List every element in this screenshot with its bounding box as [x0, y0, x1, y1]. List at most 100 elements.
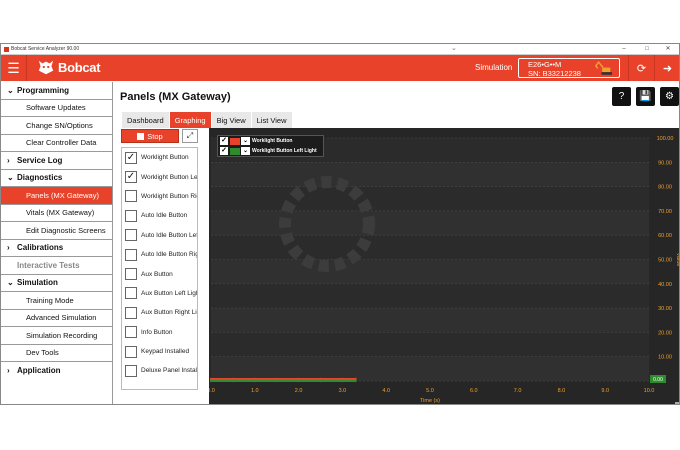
- refresh-icon[interactable]: ⟳: [628, 55, 654, 81]
- legend-item[interactable]: ✓ ⌄ Worklight Button: [218, 136, 323, 146]
- legend-checkbox[interactable]: ✓: [220, 137, 228, 145]
- signal-checkbox[interactable]: [125, 306, 137, 319]
- grid-band: [211, 308, 649, 333]
- stop-label: Stop: [147, 131, 163, 141]
- tab-big-view[interactable]: Big View: [211, 112, 252, 128]
- x-tick-label: 3.0: [339, 388, 347, 394]
- signal-item[interactable]: Keypad Installed: [122, 342, 197, 361]
- stop-button[interactable]: Stop: [121, 129, 179, 143]
- expand-icon[interactable]: ⤢: [182, 129, 198, 143]
- signal-item[interactable]: Deluxe Panel Installed: [122, 361, 197, 380]
- sidebar-item-vitals[interactable]: Vitals (MX Gateway): [1, 205, 112, 222]
- signal-checkbox[interactable]: ✓: [125, 151, 137, 164]
- signal-label: Aux Button: [141, 270, 173, 278]
- signal-item[interactable]: Auto Idle Button Right Light: [122, 245, 197, 264]
- signal-label: Aux Button Right Light: [141, 309, 197, 317]
- signal-checkbox[interactable]: [125, 364, 137, 377]
- signal-checkbox[interactable]: [125, 209, 137, 222]
- settings-icon[interactable]: ⚙: [660, 87, 679, 106]
- signal-item[interactable]: Aux Button: [122, 264, 197, 283]
- signal-item[interactable]: ✓ Worklight Button: [122, 148, 197, 167]
- chevron-down-icon[interactable]: ⌄: [451, 44, 457, 53]
- x-axis-label: Time (s): [420, 398, 440, 404]
- sidebar-item-dev-tools[interactable]: Dev Tools: [1, 345, 112, 362]
- legend-label: Worklight Button: [252, 138, 293, 144]
- chevron-down-icon: ⌄: [7, 173, 14, 183]
- sidebar-section-service-log[interactable]: › Service Log: [1, 152, 112, 170]
- simulation-label: Simulation: [475, 63, 513, 72]
- signal-checkbox[interactable]: [125, 268, 137, 281]
- signal-label: Auto Idle Button Left Light: [141, 231, 197, 239]
- scrollbar[interactable]: [675, 402, 679, 404]
- legend-swatch[interactable]: [230, 137, 240, 145]
- sidebar-item-clear-controller-data[interactable]: Clear Controller Data: [1, 135, 112, 152]
- signal-item[interactable]: Auto Idle Button: [122, 206, 197, 225]
- close-button[interactable]: ✕: [657, 44, 679, 55]
- chevron-down-icon[interactable]: ⌄: [241, 147, 250, 155]
- y-tick-label: 30.00: [658, 306, 672, 312]
- y-tick-label: 70.00: [658, 209, 672, 215]
- x-tick-label: 8.0: [558, 388, 566, 394]
- tab-graphing[interactable]: Graphing: [169, 112, 212, 128]
- y-tick-label: 80.00: [658, 185, 672, 191]
- signal-checkbox[interactable]: [125, 345, 137, 358]
- logout-icon[interactable]: ➜: [654, 55, 679, 81]
- app-icon: [4, 46, 9, 52]
- title-bar: Bobcat Service Analyzer 90.00 ⌄ – □ ✕: [1, 44, 679, 55]
- legend-item[interactable]: ✓ ⌄ Worklight Button Left Light: [218, 146, 323, 156]
- signal-panel: Stop ⤢ ✓ Worklight Button ✓ Worklight Butto…: [120, 128, 198, 404]
- chart-legend: ✓ ⌄ Worklight Button ✓ ⌄ Worklight Butto…: [217, 135, 324, 157]
- data-point: [319, 379, 322, 383]
- signal-item[interactable]: Worklight Button Right Light: [122, 187, 197, 206]
- legend-label: Worklight Button Left Light: [252, 148, 317, 154]
- x-tick-label: 7.0: [514, 388, 522, 394]
- signal-list: ✓ Worklight Button ✓ Worklight Button Left …: [121, 147, 198, 390]
- sidebar-section-programming[interactable]: ⌄ Programming: [1, 82, 112, 100]
- sidebar-section-calibrations[interactable]: › Calibrations: [1, 240, 112, 257]
- app-header: ☰ Bobcat Simulation E26•G••M SN: B332122…: [1, 55, 679, 81]
- current-value-label: 0.00: [653, 377, 663, 383]
- signal-checkbox[interactable]: [125, 229, 137, 242]
- chevron-down-icon: ⌄: [7, 278, 14, 288]
- y-tick-label: 90.00: [658, 160, 672, 166]
- signal-item[interactable]: ✓ Worklight Button Left Light: [122, 167, 197, 186]
- app-window: Bobcat Service Analyzer 90.00 ⌄ – □ ✕ ☰ …: [0, 43, 680, 405]
- signal-checkbox[interactable]: [125, 190, 137, 203]
- signal-item[interactable]: Aux Button Right Light: [122, 303, 197, 322]
- machine-info-box[interactable]: E26•G••M SN: B33212238: [518, 58, 620, 78]
- signal-checkbox[interactable]: [125, 326, 137, 339]
- sidebar-section-application[interactable]: › Application: [1, 362, 112, 380]
- sidebar-item-simulation-recording[interactable]: Simulation Recording: [1, 327, 112, 345]
- y-axis-label: Value: [675, 253, 680, 267]
- signal-item[interactable]: Auto Idle Button Left Light: [122, 226, 197, 245]
- y-tick-label: 20.00: [658, 330, 672, 336]
- chevron-down-icon[interactable]: ⌄: [241, 137, 250, 145]
- sidebar-item-software-updates[interactable]: Software Updates: [1, 100, 112, 117]
- sidebar-item-edit-diagnostic-screens[interactable]: Edit Diagnostic Screens: [1, 222, 112, 240]
- sidebar-item-panels[interactable]: Panels (MX Gateway): [1, 187, 112, 205]
- signal-checkbox[interactable]: ✓: [125, 171, 137, 184]
- legend-checkbox[interactable]: ✓: [220, 147, 228, 155]
- legend-swatch[interactable]: [230, 147, 240, 155]
- sidebar-item-change-sn-options[interactable]: Change SN/Options: [1, 117, 112, 135]
- sidebar-section-diagnostics[interactable]: ⌄ Diagnostics: [1, 170, 112, 187]
- tab-list-view[interactable]: List View: [251, 112, 293, 128]
- minimize-button[interactable]: –: [613, 44, 635, 55]
- signal-label: Worklight Button: [141, 154, 189, 162]
- sidebar-item-training-mode[interactable]: Training Mode: [1, 292, 112, 310]
- save-icon[interactable]: 💾: [636, 87, 655, 106]
- maximize-button[interactable]: □: [636, 44, 658, 55]
- menu-icon[interactable]: ☰: [1, 55, 27, 81]
- signal-label: Auto Idle Button Right Light: [141, 251, 197, 259]
- tab-dashboard[interactable]: Dashboard: [122, 112, 170, 128]
- sidebar-item-advanced-simulation[interactable]: Advanced Simulation: [1, 310, 112, 327]
- signal-checkbox[interactable]: [125, 248, 137, 261]
- data-point: [297, 379, 300, 383]
- signal-item[interactable]: Info Button: [122, 323, 197, 342]
- sidebar-item-interactive-tests[interactable]: Interactive Tests: [1, 257, 112, 275]
- data-point: [275, 379, 278, 383]
- sidebar-section-simulation[interactable]: ⌄ Simulation: [1, 275, 112, 292]
- signal-checkbox[interactable]: [125, 287, 137, 300]
- signal-item[interactable]: Aux Button Left Light: [122, 284, 197, 303]
- help-icon[interactable]: ?: [612, 87, 631, 106]
